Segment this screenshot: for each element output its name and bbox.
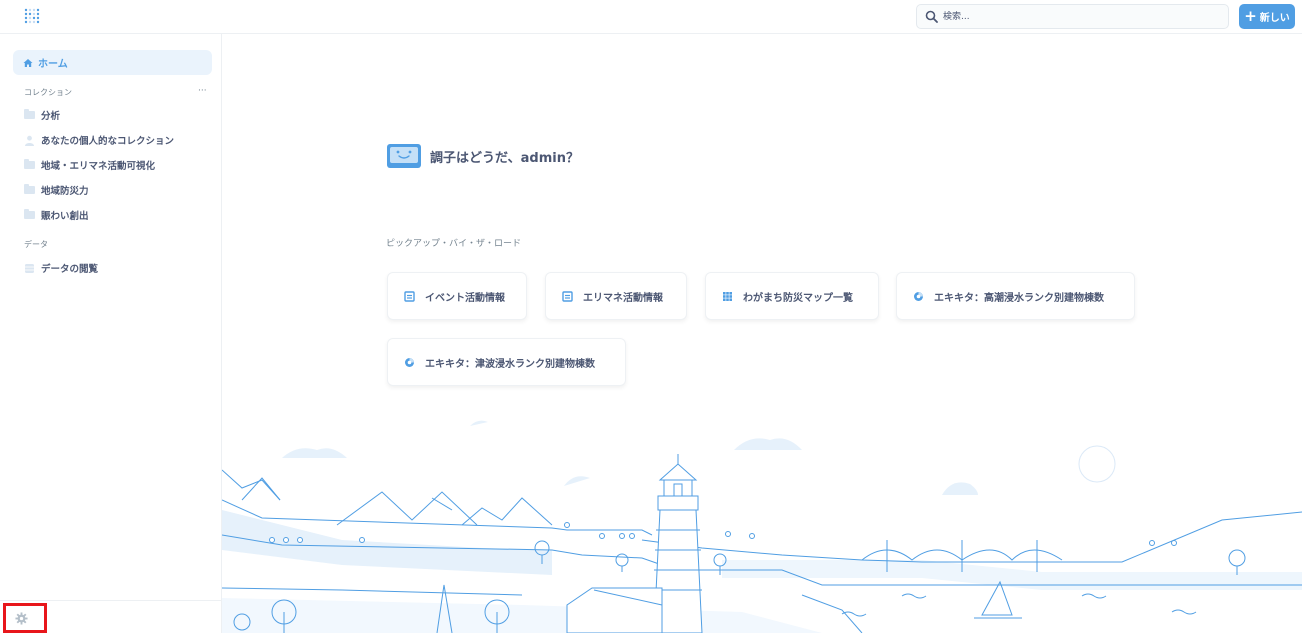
search-icon	[925, 10, 938, 23]
pie-icon	[914, 291, 923, 301]
greeting: 調子はどうだ、admin？	[386, 143, 579, 169]
pie-icon	[405, 357, 414, 367]
pickup-card[interactable]: わがまち防災マップ一覧	[705, 272, 879, 320]
pickup-card[interactable]: エキキタ：津波浸水ランク別建物棟数	[387, 338, 626, 386]
pickup-card[interactable]: イベント活動情報	[387, 272, 527, 320]
database-icon	[25, 263, 34, 273]
table-icon	[562, 290, 573, 302]
new-button[interactable]: + 新しい	[1239, 4, 1295, 29]
table-icon	[404, 290, 415, 302]
pickup-card[interactable]: エキキタ：高潮浸水ランク別建物棟数	[896, 272, 1135, 320]
landscape-illustration	[222, 420, 1302, 633]
home-label: ホーム	[38, 59, 68, 70]
gear-icon	[15, 612, 28, 625]
sidebar-item-browse-data[interactable]: データの閲覧	[24, 260, 98, 276]
sidebar-item-home[interactable]: ホーム	[13, 50, 212, 75]
collections-section-label: コレクション	[24, 88, 72, 97]
folder-icon	[24, 184, 35, 194]
grid-icon	[723, 291, 732, 301]
app-window: + 新しい ホーム コレクション ··· 分析 あなたの個人的なコレクション 地…	[0, 0, 1302, 633]
settings-button[interactable]	[3, 603, 47, 633]
folder-icon	[24, 159, 35, 169]
smiley-screen-icon	[387, 144, 421, 168]
search-input[interactable]	[943, 8, 1223, 26]
pickup-section-label: ピックアップ・バイ・ザ・ロード	[386, 239, 522, 249]
sidebar-item-label: あなたの個人的なコレクション	[41, 136, 175, 147]
plus-icon: +	[1244, 7, 1257, 25]
collections-more-button[interactable]: ···	[198, 86, 207, 96]
card-label: エキキタ：津波浸水ランク別建物棟数	[425, 358, 595, 370]
sidebar-item-personal-collection[interactable]: あなたの個人的なコレクション	[24, 132, 174, 148]
metabase-logo-icon[interactable]	[24, 8, 42, 24]
greeting-text: 調子はどうだ、admin？	[430, 150, 579, 166]
top-bar: + 新しい	[0, 0, 1302, 34]
card-label: エキキタ：高潮浸水ランク別建物棟数	[934, 292, 1104, 304]
sidebar-item-label: 賑わい創出	[41, 211, 89, 222]
search-box[interactable]	[916, 4, 1229, 29]
card-label: わがまち防災マップ一覧	[743, 292, 853, 304]
new-button-label: 新しい	[1259, 13, 1290, 24]
sidebar-item-label: 地域・エリマネ活動可視化	[41, 161, 156, 172]
sidebar-item-label: 地域防災力	[41, 186, 89, 197]
folder-icon	[24, 109, 35, 119]
person-icon	[25, 135, 34, 146]
pickup-card[interactable]: エリマネ活動情報	[545, 272, 687, 320]
card-label: エリマネ活動情報	[583, 292, 663, 304]
sidebar-item-collection[interactable]: 地域・エリマネ活動可視化	[24, 157, 155, 173]
sidebar-footer	[0, 600, 222, 633]
folder-icon	[24, 209, 35, 219]
sidebar-item-label: データの閲覧	[41, 264, 99, 275]
card-label: イベント活動情報	[425, 292, 505, 304]
data-section-label: データ	[24, 240, 48, 249]
sidebar: ホーム コレクション ··· 分析 あなたの個人的なコレクション 地域・エリマネ…	[0, 34, 222, 633]
home-icon	[23, 58, 33, 67]
sidebar-item-label: 分析	[41, 111, 61, 122]
sidebar-item-collection[interactable]: 地域防災力	[24, 182, 89, 198]
sidebar-item-collection[interactable]: 賑わい創出	[24, 207, 89, 223]
sidebar-item-collection[interactable]: 分析	[24, 107, 60, 123]
